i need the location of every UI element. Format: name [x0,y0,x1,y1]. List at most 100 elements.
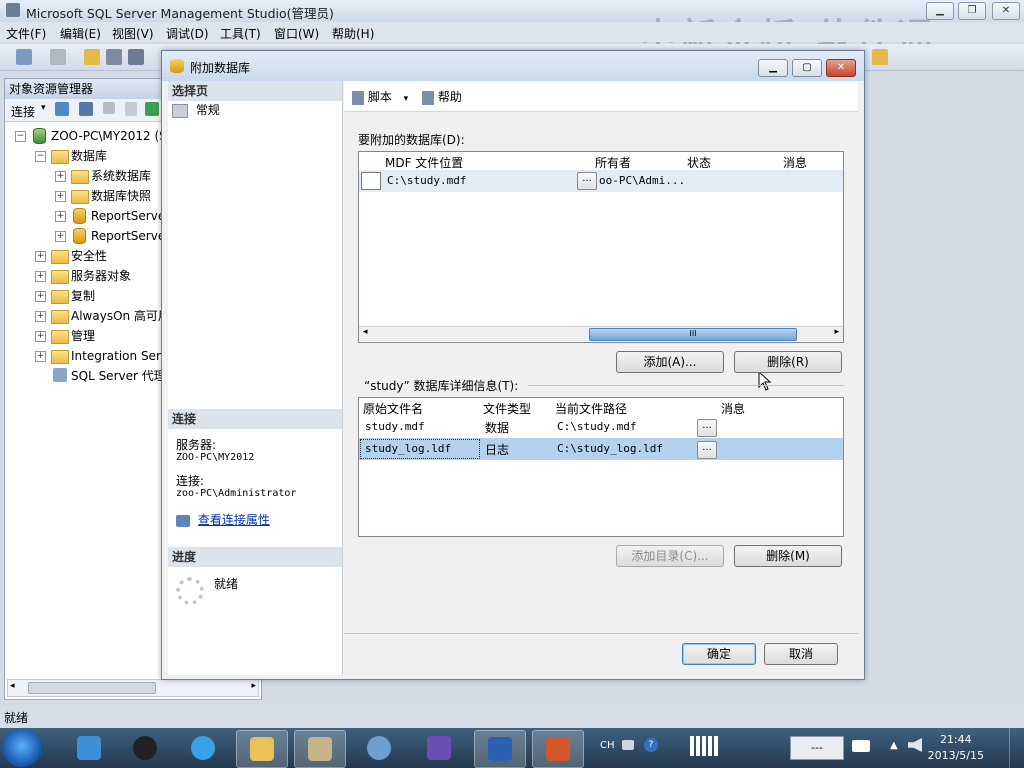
column-original-filename[interactable]: 原始文件名 [363,400,423,417]
expand-icon[interactable]: + [55,191,66,202]
column-message[interactable]: 消息 [783,154,807,171]
file-type-cell[interactable]: 日志 [485,441,509,458]
show-desktop-button[interactable] [1009,728,1024,768]
filename-cell[interactable]: study_log.ldf [365,442,451,455]
row-checkbox[interactable] [361,172,381,190]
column-current-path[interactable]: 当前文件路径 [555,400,627,417]
dialog-minimize-button[interactable]: ▁ [758,59,788,77]
input-language[interactable]: CH [600,740,615,751]
expand-icon[interactable]: + [55,211,66,222]
file-path-cell[interactable]: C:\study.mdf [557,420,636,433]
taskbar-app-bird[interactable] [64,730,114,766]
expand-icon[interactable]: + [35,251,46,262]
view-connection-properties-link[interactable]: 查看连接属性 [198,513,270,527]
scroll-thumb[interactable]: III [589,328,797,341]
expand-icon[interactable]: + [55,171,66,182]
browse-path-button[interactable]: ... [697,441,717,459]
taskbar-app-explorer[interactable] [236,730,288,768]
column-file-type[interactable]: 文件类型 [483,400,531,417]
menu-tools[interactable]: 工具(T) [220,25,261,42]
expand-icon[interactable]: + [35,331,46,342]
taskbar-app-powerpoint[interactable] [532,730,584,768]
mdf-path-cell[interactable]: C:\study.mdf [387,174,466,187]
horizontal-scrollbar[interactable]: ◂ ▸ [7,679,259,697]
browse-path-button[interactable]: ... [697,419,717,437]
menu-view[interactable]: 视图(V) [112,25,154,42]
help-button[interactable]: 帮助 [422,88,462,105]
filter-icon[interactable] [125,102,137,116]
stop-icon[interactable] [103,102,115,114]
add-button[interactable]: 添加(A)... [616,351,724,373]
column-owner[interactable]: 所有者 [595,154,631,171]
taskbar-app-globe[interactable] [354,730,404,766]
start-button[interactable] [2,729,42,767]
chevron-down-icon[interactable]: ▾ [41,103,46,113]
save-icon[interactable] [106,49,122,65]
maximize-button[interactable]: ❐ [958,2,986,20]
close-button[interactable]: ✕ [992,2,1020,20]
help-icon[interactable]: ? [644,738,658,752]
filename-cell[interactable]: study.mdf [365,420,425,433]
open-folder-icon[interactable] [84,49,100,65]
add-catalog-button[interactable]: 添加目录(C)... [616,545,724,567]
connect-dropdown[interactable]: 连接 [11,103,35,120]
table-row[interactable]: study.mdf 数据 C:\study.mdf ... [359,416,843,438]
refresh-icon[interactable] [145,102,159,116]
save-all-icon[interactable] [128,49,144,65]
chevron-up-icon[interactable]: ▲ [890,740,898,751]
battery-indicator[interactable]: --- [790,736,844,760]
expand-icon[interactable]: + [35,271,46,282]
scroll-right-icon[interactable]: ▸ [834,327,839,337]
remove-detail-button[interactable]: 删除(M) [734,545,842,567]
menu-file[interactable]: 文件(F) [6,25,46,42]
expand-icon[interactable]: + [35,351,46,362]
taskbar-app-ssms[interactable] [294,730,346,768]
column-mdf-location[interactable]: MDF 文件位置 [385,154,463,171]
chevron-down-icon[interactable]: ▾ [404,94,409,104]
table-row[interactable]: C:\study.mdf ... oo-PC\Admi... [359,170,843,192]
new-project-icon[interactable] [50,49,66,65]
taskbar-app-vs[interactable] [414,730,464,766]
file-type-cell[interactable]: 数据 [485,419,509,436]
cancel-button[interactable]: 取消 [764,643,838,665]
keyboard-icon[interactable] [622,740,634,750]
power-plug-icon[interactable] [852,740,870,752]
dialog-maximize-button[interactable]: ▢ [792,59,822,77]
connect-icon[interactable] [55,102,69,116]
scroll-left-icon[interactable]: ◂ [363,327,368,337]
collapse-icon[interactable]: − [15,131,26,142]
volume-icon[interactable] [908,738,922,752]
collapse-icon[interactable]: − [35,151,46,162]
browse-mdf-button[interactable]: ... [577,172,597,190]
menu-debug[interactable]: 调试(D) [166,25,209,42]
expand-icon[interactable]: + [35,291,46,302]
toolbar-extra-icon[interactable] [872,49,888,65]
view-connection-properties[interactable]: 查看连接属性 [176,511,270,528]
attach-grid-scrollbar[interactable]: ◂ III ▸ [359,326,843,341]
folder-icon [51,350,69,364]
expand-icon[interactable]: + [35,311,46,322]
taskbar-app-qq[interactable] [120,730,170,766]
table-row-selected[interactable]: study_log.ldf 日志 C:\study_log.ldf ... [359,438,843,460]
scroll-left-icon[interactable]: ◂ [10,681,15,691]
column-status[interactable]: 状态 [687,154,711,171]
menu-window[interactable]: 窗口(W) [274,25,319,42]
scroll-thumb[interactable] [28,682,156,694]
owner-cell[interactable]: oo-PC\Admi... [599,174,685,187]
taskbar-app-word[interactable] [474,730,526,768]
system-clock[interactable]: 21:44 2013/5/15 [928,732,984,764]
taskbar-app-ie[interactable] [178,730,228,766]
expand-icon[interactable]: + [55,231,66,242]
scroll-right-icon[interactable]: ▸ [251,681,256,691]
script-button[interactable]: 脚本 ▾ [352,88,408,105]
page-general[interactable]: 常规 [172,101,220,119]
new-query-icon[interactable] [16,49,32,65]
menu-help[interactable]: 帮助(H) [332,25,374,42]
ok-button[interactable]: 确定 [682,643,756,665]
column-message[interactable]: 消息 [721,400,745,417]
dialog-close-button[interactable]: ✕ [826,59,856,77]
remove-button[interactable]: 删除(R) [734,351,842,373]
menu-edit[interactable]: 编辑(E) [60,25,101,42]
file-path-cell[interactable]: C:\study_log.ldf [557,442,663,455]
disconnect-icon[interactable] [79,102,93,116]
